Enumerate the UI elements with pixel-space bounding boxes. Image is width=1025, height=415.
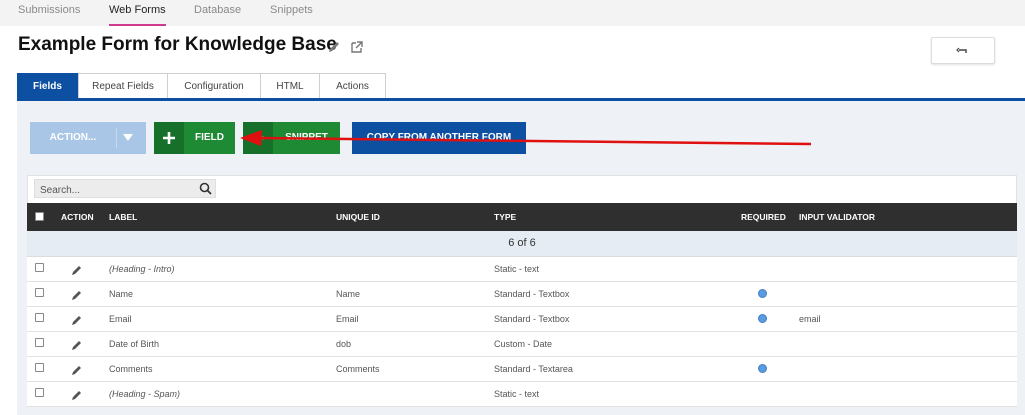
field-label: (Heading - Spam)	[109, 389, 181, 399]
table-row[interactable]: Email Email Standard - Textbox email	[27, 307, 1017, 332]
edit-pencil-icon[interactable]	[71, 288, 83, 300]
record-count: 6 of 6	[508, 237, 536, 249]
plus-icon	[154, 122, 184, 154]
table-row[interactable]: Comments Comments Standard - Textarea	[27, 357, 1017, 382]
back-button[interactable]	[931, 37, 995, 64]
edit-pencil-icon[interactable]	[327, 40, 341, 54]
field-label: (Heading - Intro)	[109, 264, 175, 274]
column-header-input-validator[interactable]: INPUT VALIDATOR	[799, 203, 875, 231]
add-field-button[interactable]: FIELD	[154, 122, 235, 154]
required-indicator-icon	[758, 289, 767, 298]
action-button-label: ACTION...	[49, 132, 97, 143]
page-title: Example Form for Knowledge Base	[18, 34, 337, 55]
column-header-label[interactable]: LABEL	[109, 203, 137, 231]
row-checkbox[interactable]	[35, 288, 44, 297]
select-all-checkbox[interactable]	[35, 212, 44, 221]
column-header-type[interactable]: TYPE	[494, 203, 516, 231]
table-header: ACTION LABEL UNIQUE ID TYPE REQUIRED INP…	[27, 203, 1017, 231]
external-link-icon[interactable]	[350, 40, 364, 54]
field-label: Name	[109, 289, 134, 299]
field-type: Standard - Textbox	[494, 314, 570, 324]
row-checkbox[interactable]	[35, 363, 44, 372]
tab-fields[interactable]: Fields	[17, 73, 78, 99]
tab-actions[interactable]: Actions	[319, 73, 386, 99]
field-type: Custom - Date	[494, 339, 553, 349]
edit-pencil-icon[interactable]	[71, 338, 83, 350]
table-row[interactable]: (Heading - Spam) Static - text	[27, 382, 1017, 407]
return-arrow-icon	[956, 47, 967, 53]
nav-item-submissions[interactable]: Submissions	[18, 0, 80, 24]
edit-pencil-icon[interactable]	[71, 388, 83, 400]
field-unique-id: Email	[336, 314, 359, 324]
field-unique-id: Name	[336, 289, 361, 299]
divider	[116, 128, 117, 148]
required-indicator-icon	[758, 314, 767, 323]
edit-pencil-icon[interactable]	[71, 313, 83, 325]
top-nav: Submissions Web Forms Database Snippets	[0, 0, 1025, 26]
field-label: Email	[109, 314, 132, 324]
field-input-validator: email	[799, 314, 821, 324]
required-indicator-icon	[758, 364, 767, 373]
action-dropdown-button[interactable]: ACTION...	[30, 122, 146, 154]
column-header-unique-id[interactable]: UNIQUE ID	[336, 203, 380, 231]
field-type: Standard - Textbox	[494, 289, 570, 299]
row-checkbox[interactable]	[35, 388, 44, 397]
search-box	[34, 179, 216, 199]
row-checkbox[interactable]	[35, 263, 44, 272]
nav-item-database[interactable]: Database	[194, 0, 241, 24]
field-label: Date of Birth	[109, 339, 160, 349]
search-icon[interactable]	[199, 182, 212, 195]
table-row[interactable]: Date of Birth dob Custom - Date	[27, 332, 1017, 357]
table-row[interactable]: Name Name Standard - Textbox	[27, 282, 1017, 307]
nav-item-web-forms[interactable]: Web Forms	[109, 0, 166, 26]
field-label: Comments	[109, 364, 153, 374]
chevron-down-icon	[123, 134, 133, 141]
row-checkbox[interactable]	[35, 313, 44, 322]
edit-pencil-icon[interactable]	[71, 363, 83, 375]
tab-configuration[interactable]: Configuration	[167, 73, 261, 99]
column-header-action: ACTION	[61, 212, 94, 222]
table-row[interactable]: (Heading - Intro) Static - text	[27, 257, 1017, 282]
row-checkbox[interactable]	[35, 338, 44, 347]
search-input[interactable]	[35, 182, 190, 199]
field-button-label: FIELD	[195, 132, 224, 143]
record-count-row: 6 of 6	[27, 231, 1017, 257]
edit-pencil-icon[interactable]	[71, 263, 83, 275]
field-unique-id: dob	[336, 339, 352, 349]
column-header-required[interactable]: REQUIRED	[741, 203, 786, 231]
tab-repeat-fields[interactable]: Repeat Fields	[78, 73, 168, 99]
field-type: Standard - Textarea	[494, 364, 573, 374]
tab-html[interactable]: HTML	[260, 73, 320, 99]
field-type: Static - text	[494, 389, 540, 399]
annotation-arrow-icon	[240, 130, 812, 146]
field-type: Static - text	[494, 264, 540, 274]
nav-item-snippets[interactable]: Snippets	[270, 0, 313, 24]
field-unique-id: Comments	[336, 364, 380, 374]
